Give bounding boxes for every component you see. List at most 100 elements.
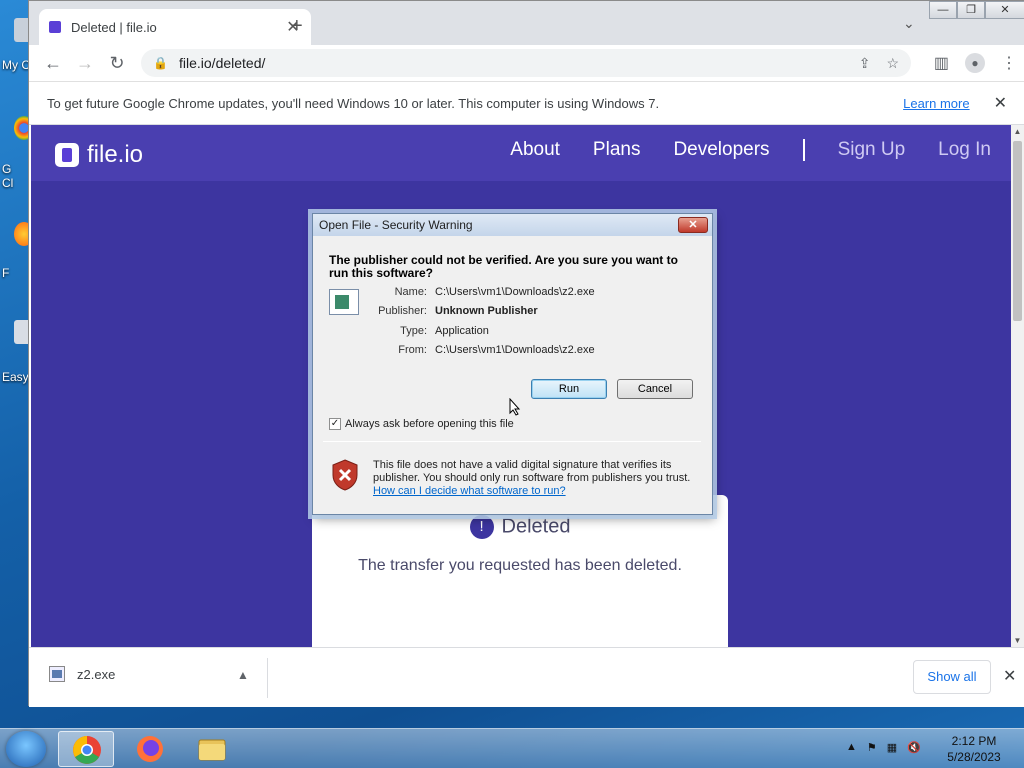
field-from-label: From:: [398, 344, 427, 356]
deleted-heading-text: Deleted: [501, 515, 571, 538]
toolbar-right-actions: ▥ ● ⋮: [934, 53, 1017, 73]
window-controls: — ❐ ✕: [929, 1, 1024, 19]
always-ask-checkbox[interactable]: ✓ Always ask before opening this file: [329, 418, 514, 430]
site-header: file.io About Plans Developers Sign Up L…: [31, 125, 1011, 181]
nav-about[interactable]: About: [510, 139, 560, 161]
side-panel-icon[interactable]: ▥: [934, 53, 949, 73]
url-text[interactable]: file.io/deleted/: [179, 55, 843, 71]
field-type-value: Application: [435, 325, 489, 337]
system-tray: ▲ ⚑ ▦ 🔇: [846, 741, 921, 754]
taskbar-clock[interactable]: 2:12 PM 5/28/2023: [944, 733, 1004, 765]
tab-search-chevron-icon[interactable]: ⌄: [903, 15, 915, 32]
folder-icon: [198, 739, 226, 761]
tab-strip: Deleted | file.io ✕ + ⌄ — ❐ ✕: [29, 1, 1024, 45]
field-publisher: Publisher: Unknown Publisher: [371, 305, 701, 321]
scroll-up-icon[interactable]: ▲: [1011, 127, 1024, 136]
desktop-label-easy: Easy: [2, 370, 29, 384]
download-item[interactable]: z2.exe: [49, 666, 115, 682]
deleted-message: The transfer you requested has been dele…: [358, 557, 682, 574]
application-file-icon: [329, 289, 359, 315]
field-publisher-label: Publisher:: [378, 305, 427, 317]
dialog-close-button[interactable]: ✕: [678, 217, 708, 233]
security-shield-icon: [332, 459, 358, 491]
cancel-button[interactable]: Cancel: [617, 379, 693, 399]
bookmark-star-icon[interactable]: ☆: [886, 55, 899, 72]
field-name: Name: C:\Users\vm1\Downloads\z2.exe: [371, 286, 701, 302]
scrollbar-thumb[interactable]: [1013, 141, 1022, 321]
taskbar-firefox[interactable]: [122, 731, 178, 767]
dialog-title-bar[interactable]: Open File - Security Warning ✕: [313, 214, 712, 236]
download-options-chevron-icon[interactable]: ▲: [237, 668, 249, 682]
volume-muted-icon[interactable]: 🔇: [907, 741, 921, 754]
download-file-name[interactable]: z2.exe: [77, 667, 115, 682]
site-nav: About Plans Developers Sign Up Log In: [510, 139, 991, 161]
my-computer-icon[interactable]: [0, 18, 34, 58]
restore-button[interactable]: ❐: [957, 1, 985, 19]
address-bar[interactable]: 🔒 file.io/deleted/ ⇪ ☆: [141, 49, 911, 77]
dialog-question: The publisher could not be verified. Are…: [329, 253, 678, 280]
logo-text: file.io: [87, 141, 144, 168]
checkbox-check-icon[interactable]: ✓: [329, 418, 341, 430]
windows-taskbar: ▲ ⚑ ▦ 🔇 2:12 PM 5/28/2023: [0, 728, 1024, 768]
deleted-card: ! Deleted The transfer you requested has …: [312, 495, 728, 647]
start-button[interactable]: [6, 731, 46, 767]
file-io-favicon-icon: [49, 21, 61, 33]
infobar-close-icon[interactable]: ✕: [994, 93, 1007, 113]
help-link[interactable]: How can I decide what software to run?: [373, 485, 566, 497]
network-icon[interactable]: ▦: [887, 741, 897, 754]
back-arrow-icon[interactable]: ←: [37, 53, 69, 74]
reload-icon[interactable]: ↻: [101, 53, 133, 74]
download-divider: [267, 658, 268, 698]
taskbar-explorer[interactable]: [184, 731, 240, 767]
nav-developers[interactable]: Developers: [673, 139, 769, 161]
forward-arrow-icon[interactable]: →: [69, 53, 101, 74]
security-warning-dialog: Open File - Security Warning ✕ The publi…: [312, 213, 713, 515]
tab-file-io[interactable]: Deleted | file.io ✕: [39, 9, 311, 45]
download-shelf-close-icon[interactable]: ✕: [1003, 666, 1016, 686]
update-infobar: To get future Google Chrome updates, you…: [29, 81, 1024, 125]
firefox-desktop-icon[interactable]: [0, 222, 34, 262]
clock-date: 5/28/2023: [947, 750, 1001, 764]
download-shelf: z2.exe ▲ Show all ✕: [29, 647, 1024, 707]
field-publisher-value: Unknown Publisher: [435, 305, 538, 317]
nav-plans[interactable]: Plans: [593, 139, 641, 161]
show-hidden-icons-icon[interactable]: ▲: [846, 741, 857, 754]
field-type: Type: Application: [371, 325, 701, 341]
field-name-label: Name:: [394, 286, 427, 298]
tab-title: Deleted | file.io: [71, 19, 157, 35]
browser-toolbar: ← → ↻ 🔒 file.io/deleted/ ⇪ ☆ ▥ ● ⋮: [29, 45, 1024, 81]
lock-icon[interactable]: 🔒: [153, 56, 168, 70]
dialog-divider: [323, 441, 701, 442]
chrome-icon: [73, 736, 101, 764]
alert-icon: !: [469, 515, 494, 539]
learn-more-link[interactable]: Learn more: [903, 96, 969, 111]
exe-file-icon: [49, 666, 65, 682]
window-close-button[interactable]: ✕: [985, 1, 1024, 19]
file-io-logo[interactable]: file.io: [55, 141, 143, 169]
field-from-value: C:\Users\vm1\Downloads\z2.exe: [435, 344, 595, 356]
action-center-flag-icon[interactable]: ⚑: [867, 741, 877, 754]
new-tab-button[interactable]: +: [291, 15, 303, 38]
dialog-warning: This file does not have a valid digital …: [373, 459, 693, 498]
dialog-title: Open File - Security Warning: [319, 218, 473, 232]
easy-desktop-icon[interactable]: [0, 320, 34, 360]
file-io-logo-icon: [55, 143, 79, 167]
clock-time: 2:12 PM: [951, 734, 997, 748]
minimize-button[interactable]: —: [929, 1, 957, 19]
scroll-down-icon[interactable]: ▼: [1011, 636, 1024, 645]
nav-log-in[interactable]: Log In: [938, 139, 991, 161]
profile-avatar-icon[interactable]: ●: [965, 53, 985, 73]
desktop-label-chrome: G Cl: [2, 162, 14, 190]
dialog-warning-text: This file does not have a valid digital …: [373, 459, 691, 484]
nav-sign-up[interactable]: Sign Up: [838, 139, 906, 161]
taskbar-chrome[interactable]: [58, 731, 114, 767]
page-scrollbar[interactable]: ▲ ▼: [1011, 125, 1024, 647]
infobar-message: To get future Google Chrome updates, you…: [47, 95, 660, 111]
run-button[interactable]: Run: [531, 379, 607, 399]
always-ask-label[interactable]: Always ask before opening this file: [345, 418, 514, 430]
menu-kebab-icon[interactable]: ⋮: [1001, 53, 1017, 73]
desktop-label-firefox: F: [2, 266, 10, 280]
show-all-button[interactable]: Show all: [913, 660, 991, 694]
chrome-desktop-icon[interactable]: [0, 116, 34, 156]
share-icon[interactable]: ⇪: [859, 55, 871, 72]
